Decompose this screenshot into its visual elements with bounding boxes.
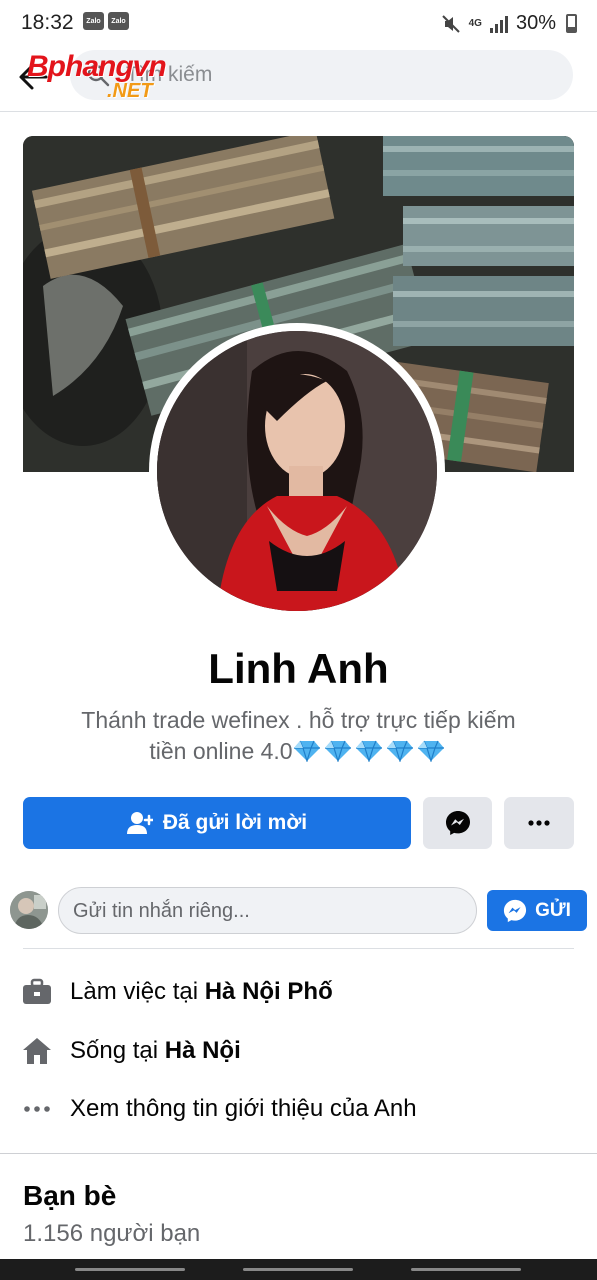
messenger-icon bbox=[445, 811, 470, 835]
search-placeholder: Tìm kiếm bbox=[126, 63, 213, 86]
network-type: 4G bbox=[468, 18, 482, 29]
nav-handle bbox=[75, 1268, 185, 1271]
gem-icon bbox=[386, 740, 413, 762]
mute-icon bbox=[441, 14, 460, 33]
intro-location: Sống tại Hà Nội bbox=[22, 1031, 582, 1071]
message-placeholder: Gửi tin nhắn riêng... bbox=[73, 900, 250, 922]
status-time: 18:32 bbox=[21, 11, 74, 34]
add-friend-icon bbox=[126, 812, 153, 834]
signal-icon bbox=[489, 15, 508, 33]
friends-section-title: Bạn bè bbox=[23, 1180, 117, 1211]
gem-icon bbox=[324, 740, 351, 762]
gem-icon bbox=[355, 740, 382, 762]
intro-see-more[interactable]: Xem thông tin giới thiệu của Anh bbox=[22, 1089, 582, 1129]
search-icon bbox=[87, 64, 110, 87]
gem-icon bbox=[293, 740, 320, 762]
more-icon bbox=[24, 1106, 50, 1112]
profile-avatar-ring[interactable] bbox=[149, 323, 445, 619]
send-label: GỬI bbox=[535, 899, 571, 921]
search-input[interactable]: Tìm kiếm bbox=[70, 50, 573, 100]
divider bbox=[23, 948, 574, 949]
viewer-avatar-image bbox=[10, 891, 48, 929]
friends-count[interactable]: 1.156 người bạn bbox=[23, 1220, 200, 1248]
status-bar: 18:32 Zalo Zalo 4G 30% bbox=[0, 0, 597, 48]
gem-icon bbox=[417, 740, 444, 762]
more-options-button[interactable] bbox=[504, 797, 574, 849]
see-about-link: Xem thông tin giới thiệu của Anh bbox=[70, 1095, 417, 1122]
profile-bio: Thánh trade wefinex . hỗ trợ trực tiếp k… bbox=[40, 705, 557, 767]
zalo-notification-icon: Zalo bbox=[83, 12, 104, 30]
intro-work-text: Làm việc tại Hà Nội Phố bbox=[70, 978, 333, 1005]
bio-line-1: Thánh trade wefinex . hỗ trợ trực tiếp k… bbox=[81, 707, 516, 733]
zalo-notification-icon: Zalo bbox=[108, 12, 129, 30]
viewer-avatar bbox=[10, 891, 48, 929]
avatar-image bbox=[157, 331, 437, 611]
messenger-icon bbox=[504, 899, 527, 922]
diamond-emoji-icons bbox=[293, 738, 448, 764]
nav-handle bbox=[243, 1268, 353, 1271]
friend-request-sent-button[interactable]: Đã gửi lời mời bbox=[23, 797, 411, 849]
message-button[interactable] bbox=[423, 797, 492, 849]
profile-avatar bbox=[157, 331, 437, 611]
briefcase-icon bbox=[23, 978, 51, 1004]
section-divider bbox=[0, 1153, 597, 1154]
nav-handle bbox=[411, 1268, 521, 1271]
profile-header: Tìm kiếm Bphangvn .NET bbox=[0, 48, 597, 112]
back-arrow-icon[interactable] bbox=[16, 60, 50, 94]
send-message-button[interactable]: GỬI bbox=[487, 890, 587, 931]
profile-name: Linh Anh bbox=[208, 645, 389, 692]
battery-icon bbox=[566, 14, 577, 33]
intro-location-text: Sống tại Hà Nội bbox=[70, 1037, 241, 1064]
intro-work: Làm việc tại Hà Nội Phố bbox=[22, 972, 582, 1012]
home-icon bbox=[23, 1038, 51, 1064]
friend-request-label: Đã gửi lời mời bbox=[162, 811, 308, 834]
private-message-input[interactable]: Gửi tin nhắn riêng... bbox=[58, 887, 477, 934]
system-navigation-bar bbox=[0, 1259, 597, 1280]
more-icon bbox=[528, 820, 550, 826]
bio-line-2: tiền online 4.0 bbox=[40, 736, 557, 767]
battery-percent: 30% bbox=[515, 12, 556, 34]
